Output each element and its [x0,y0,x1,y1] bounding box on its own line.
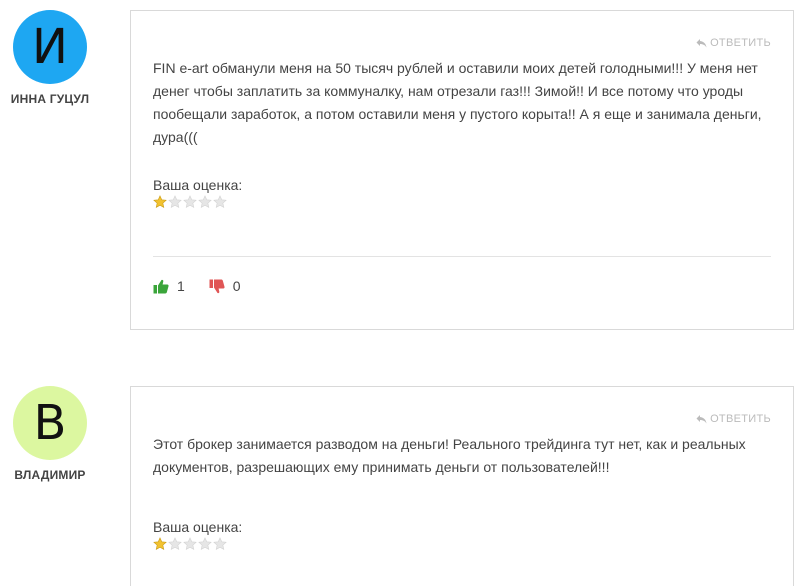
comment-text: FIN e-art обманули меня на 50 тысяч рубл… [153,60,762,145]
reply-button[interactable]: ОТВЕТИТЬ [696,37,771,49]
votes: 1 0 [153,278,265,294]
like-button[interactable]: 1 [153,278,185,294]
reply-label: ОТВЕТИТЬ [710,413,771,425]
thumbs-up-icon [153,279,169,293]
rating-label: Ваша оценка: [153,177,243,193]
star-empty-icon [168,195,182,209]
star-empty-icon [213,195,227,209]
star-filled-icon [153,195,167,209]
comment: В ВЛАДИМИР ОТВЕТИТЬ Этот брокер занимает… [0,376,800,586]
reply-button[interactable]: ОТВЕТИТЬ [696,413,771,425]
comment-text: Этот брокер занимается разводом на деньг… [153,436,746,475]
reply-icon [696,415,707,424]
rating-stars [153,195,227,209]
star-empty-icon [213,537,227,551]
reply-label: ОТВЕТИТЬ [710,37,771,49]
author-name: ВЛАДИМИР [14,468,86,482]
avatar: И [13,10,87,84]
like-count: 1 [177,278,185,294]
star-empty-icon [183,195,197,209]
comment-card: ОТВЕТИТЬ Этот брокер занимается разводом… [130,386,794,586]
dislike-button[interactable]: 0 [209,278,241,294]
dislike-count: 0 [232,278,241,294]
reply-icon [696,39,707,48]
star-filled-icon [153,537,167,551]
author-name: ИННА ГУЦУЛ [10,92,90,106]
rating-stars [153,537,227,551]
divider [153,256,771,257]
comment-author: В ВЛАДИМИР [0,386,100,482]
star-empty-icon [198,537,212,551]
thumbs-down-icon [209,279,225,293]
rating-label: Ваша оценка: [153,519,243,535]
avatar: В [13,386,87,460]
comment-card: ОТВЕТИТЬ FIN e-art обманули меня на 50 т… [130,10,794,330]
star-empty-icon [198,195,212,209]
comment: И ИННА ГУЦУЛ ОТВЕТИТЬ FIN e-art обманули… [0,0,800,340]
comment-author: И ИННА ГУЦУЛ [0,10,100,106]
star-empty-icon [183,537,197,551]
star-empty-icon [168,537,182,551]
